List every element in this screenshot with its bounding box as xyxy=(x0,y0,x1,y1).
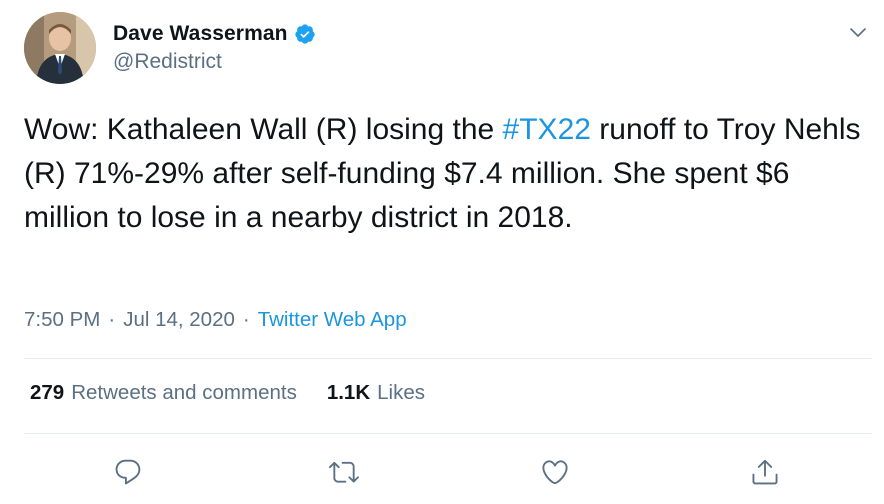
tweet-text-start: Wow: Kathaleen Wall (R) losing the xyxy=(24,113,503,146)
tweet-meta: 7:50 PM · Jul 14, 2020 · Twitter Web App xyxy=(24,308,407,332)
retweet-button[interactable] xyxy=(328,456,360,488)
retweets-stat[interactable]: 279 Retweets and comments xyxy=(30,381,297,405)
author-handle[interactable]: @Redistrict xyxy=(113,50,222,74)
profile-photo-icon xyxy=(24,12,96,84)
engagement-stats: 279 Retweets and comments 1.1K Likes xyxy=(30,381,425,405)
tweet-card: Dave Wasserman @Redistrict Wow: Kathalee… xyxy=(0,0,884,504)
author-name-row: Dave Wasserman xyxy=(113,20,316,48)
verified-badge-icon xyxy=(294,23,316,45)
tweet-source-link[interactable]: Twitter Web App xyxy=(258,308,407,332)
likes-stat[interactable]: 1.1K Likes xyxy=(327,381,425,405)
tweet-date[interactable]: Jul 14, 2020 xyxy=(123,308,235,332)
heart-icon xyxy=(542,460,568,485)
like-button[interactable] xyxy=(539,456,571,488)
likes-label: Likes xyxy=(377,381,425,404)
tweet-text: Wow: Kathaleen Wall (R) losing the #TX22… xyxy=(24,108,874,240)
tweet-actions xyxy=(0,448,884,492)
retweets-count: 279 xyxy=(30,381,65,404)
meta-separator: · xyxy=(108,308,116,331)
share-button[interactable] xyxy=(749,456,781,488)
avatar[interactable] xyxy=(24,12,96,84)
divider xyxy=(24,358,872,359)
divider xyxy=(24,433,872,434)
hashtag-link[interactable]: #TX22 xyxy=(503,113,591,146)
share-icon xyxy=(752,459,778,485)
display-name[interactable]: Dave Wasserman xyxy=(113,22,288,46)
reply-icon xyxy=(115,459,141,485)
tweet-time[interactable]: 7:50 PM xyxy=(24,308,100,332)
retweet-icon xyxy=(329,461,359,483)
likes-count: 1.1K xyxy=(326,381,371,404)
reply-button[interactable] xyxy=(112,456,144,488)
retweets-label: Retweets and comments xyxy=(71,381,297,404)
chevron-down-icon[interactable] xyxy=(848,22,868,42)
meta-separator: · xyxy=(242,308,250,331)
